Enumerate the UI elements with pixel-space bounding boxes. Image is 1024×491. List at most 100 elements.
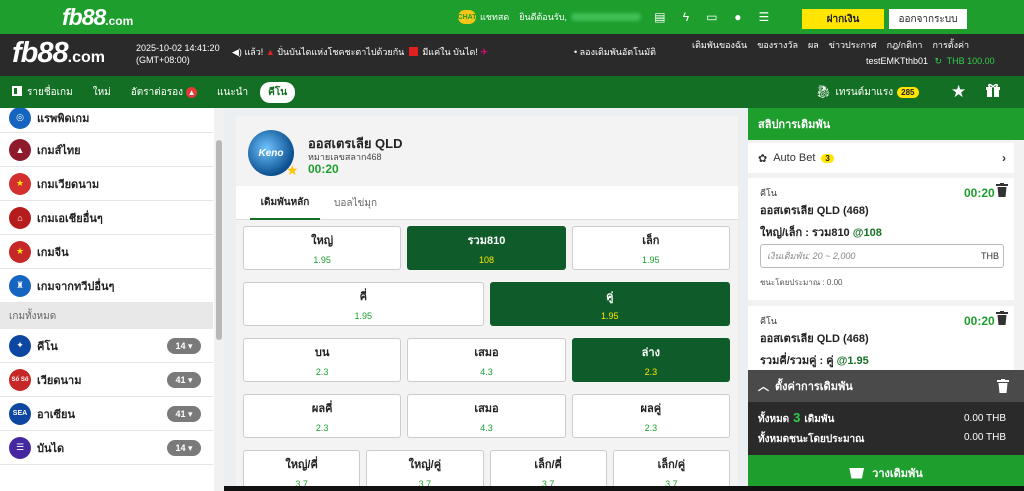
bet-tabs: เดิมพันหลัก บอลไข่มุก xyxy=(236,186,738,220)
sidebar-item-thai[interactable]: ▲ เกมส์ไทย xyxy=(0,133,213,167)
server-date: 2025-10-02 14:41:20 xyxy=(136,43,220,53)
top-logo[interactable]: fb88.com xyxy=(62,4,133,31)
nav-settings[interactable]: การตั้งค่า xyxy=(932,38,969,52)
nav-rewards[interactable]: ของรางวัล xyxy=(757,38,798,52)
refresh-icon[interactable]: ↻ xyxy=(935,56,943,66)
promo-autobet-text[interactable]: • ลองเดิมพันอัตโนมัติ xyxy=(574,45,656,59)
main-logo[interactable]: fb88.com xyxy=(12,37,105,70)
navbar-items: รายชื่อเกม ใหม่ อัตราต่อรอง ▲ แนะนำ คีโน xyxy=(12,76,296,108)
total-amount: 0.00 THB xyxy=(964,413,1007,424)
sidebar-scrollbar[interactable] xyxy=(214,108,224,491)
trash-icon[interactable] xyxy=(996,311,1008,325)
trash-icon[interactable] xyxy=(996,183,1008,197)
bet-option-label: รวม810 xyxy=(467,235,506,247)
bet-option-up-down-0[interactable]: บน 2.3 xyxy=(243,338,402,382)
tab-main-bets[interactable]: เดิมพันหลัก xyxy=(250,186,320,220)
sidebar-list: ◎ แรพพิดเกม ▲ เกมส์ไทย ★ เกมเวียดนาม ⌂ เ… xyxy=(0,108,213,465)
sidebar-section-all-games: เกมทั้งหมด xyxy=(0,303,213,329)
sidebar-count-dropdown[interactable]: 14 ▾ xyxy=(167,338,201,354)
bet-option-big-small-2[interactable]: เล็ก 1.95 xyxy=(571,226,730,270)
sidebar-count-dropdown[interactable]: 41 ▾ xyxy=(167,406,201,422)
bet-option-label: เล็ก/คี่ xyxy=(534,459,562,471)
trending-count: 285 xyxy=(897,86,919,98)
bet-settings-title: ตั้งค่าการเดิมพัน xyxy=(775,381,853,393)
sidebar-count-dropdown[interactable]: 14 ▾ xyxy=(167,440,201,456)
bet-option-result-odd-even-2[interactable]: ผลคู่ 2.3 xyxy=(571,394,730,438)
tab-pearl-ball[interactable]: บอลไข่มุก xyxy=(334,186,377,220)
trending-label: เทรนด์มาแรง xyxy=(835,86,894,98)
sidebar-item-rapid[interactable]: ◎ แรพพิดเกม xyxy=(0,108,213,133)
nav-rules[interactable]: กฎ/กติกา xyxy=(887,38,923,52)
bet-option-result-odd-even-1[interactable]: เสมอ 4.3 xyxy=(407,394,566,438)
bet-option-odd-even-0[interactable]: คี่ 1.95 xyxy=(243,282,484,326)
sidebar-item-asean[interactable]: SEA อาเซียน 41 ▾ xyxy=(0,397,213,431)
pagoda-icon: ⌂ xyxy=(9,206,31,229)
bet-option-big-small-0[interactable]: ใหญ่ 1.95 xyxy=(243,226,402,270)
bet-option-odd-even-1[interactable]: คู่ 1.95 xyxy=(489,282,730,326)
nav-odds[interactable]: อัตราต่อรอง ▲ xyxy=(130,85,198,100)
bet-option-label: คี่ xyxy=(359,291,367,303)
nav-recommended[interactable]: แนะนำ xyxy=(217,85,248,100)
stake-currency: THB xyxy=(981,251,999,261)
sidebar-item-other-continents[interactable]: ♜ เกมจากทวีปอื่นๆ xyxy=(0,269,213,303)
autobet-row[interactable]: ✿ Auto Bet 3 › xyxy=(748,143,1014,173)
bet-option-result-odd-even-0[interactable]: ผลคี่ 2.3 xyxy=(243,394,402,438)
sync-icon[interactable]: ϟ xyxy=(679,10,693,24)
sidebar-item-ladder[interactable]: ☰ บันได 14 ▾ xyxy=(0,431,213,465)
card-icon[interactable]: ▭ xyxy=(705,10,719,24)
bet-settings-header[interactable]: ︿ ตั้งค่าการเดิมพัน xyxy=(748,370,1024,402)
scrollbar-thumb[interactable] xyxy=(216,140,222,340)
nav-game-list[interactable]: รายชื่อเกม xyxy=(12,85,73,100)
bet-option-odds: 2.3 xyxy=(315,367,329,377)
server-datetime: 2025-10-02 14:41:20 (GMT+08:00) xyxy=(136,42,220,66)
bet-option-combo-3[interactable]: เล็ก/คู่ 3.7 xyxy=(612,450,730,491)
bet-option-odds: 4.3 xyxy=(480,367,493,377)
stake-input[interactable]: เงินเดิมพัน: 20 ~ 2,000 THB xyxy=(760,244,1004,268)
bet-option-up-down-1[interactable]: เสมอ 4.3 xyxy=(407,338,566,382)
live-chat-link[interactable]: แชทสด xyxy=(480,10,509,24)
deposit-button[interactable]: ฝากเงิน xyxy=(802,9,884,29)
bet-option-combo-0[interactable]: ใหญ่/คี่ 3.7 xyxy=(243,450,361,491)
nav-my-bets[interactable]: เดิมพันของฉัน xyxy=(692,38,747,52)
gift-icon[interactable] xyxy=(985,82,1001,98)
nav-new[interactable]: ใหม่ xyxy=(93,85,111,100)
sidebar-item-other-asia[interactable]: ⌂ เกมเอเชียอื่นๆ xyxy=(0,201,213,235)
favorites-star-icon[interactable]: ★ xyxy=(951,82,966,102)
sidebar-item-china[interactable]: ★ เกมจีน xyxy=(0,235,213,269)
bet-option-big-small-1[interactable]: รวม810 108 xyxy=(407,226,566,270)
sidebar-item-label: เกมเวียดนาม xyxy=(37,178,100,191)
estimated-win: ชนะโดยประมาณ : 0.00 xyxy=(760,278,843,287)
bet-option-label: ใหญ่ xyxy=(311,235,334,247)
bet-option-combo-2[interactable]: เล็ก/คี่ 3.7 xyxy=(489,450,607,491)
rocket-icon: ✈ xyxy=(480,47,488,57)
welcome-text: ยินดีต้อนรับ, xyxy=(519,12,567,22)
sidebar-item-label: บันได xyxy=(37,442,65,455)
sidebar-item-vietnam[interactable]: ★ เกมเวียดนาม xyxy=(0,167,213,201)
bet-option-odds: 1.95 xyxy=(354,311,373,321)
nav-odds-label: อัตราต่อรอง xyxy=(130,86,184,98)
bet-option-up-down-2[interactable]: ล่าง 2.3 xyxy=(571,338,730,382)
list-icon[interactable]: ☰ xyxy=(757,10,771,24)
announcement-marquee[interactable]: ◀) แล้ว! ▲ ปั่นบันไดแห่งโชคชะตาไปด้วยกัน… xyxy=(232,45,488,59)
favorite-star-icon[interactable]: ★ xyxy=(286,162,299,179)
user-icon[interactable]: ● xyxy=(731,10,745,24)
nav-announcements[interactable]: ข่าวประกาศ xyxy=(829,38,877,52)
vietnam-flag-icon: ★ xyxy=(9,172,31,195)
china-flag-icon: ★ xyxy=(9,240,31,263)
nav-results[interactable]: ผล xyxy=(808,38,819,52)
logout-button[interactable]: ออกจากระบบ xyxy=(889,9,967,29)
bet-option-label: ใหญ่/คี่ xyxy=(285,459,318,471)
sidebar-item-vietnam-lottery[interactable]: Sổ Số เวียดนาม 41 ▾ xyxy=(0,363,213,397)
sidebar-count-dropdown[interactable]: 41 ▾ xyxy=(167,372,201,388)
bet-option-odds: 1.95 xyxy=(642,255,660,265)
clear-all-trash-icon[interactable] xyxy=(997,379,1009,393)
sidebar-item-keno[interactable]: ✦ คีโน 14 ▾ xyxy=(0,329,213,363)
nav-keno[interactable]: คีโน xyxy=(260,81,296,103)
landmark-icon: ♜ xyxy=(9,274,31,297)
trending-button[interactable]: 🐉︎ เทรนด์มาแรง 285 xyxy=(815,84,919,100)
total-bets-row: ทั้งหมด 3 เดิมพัน xyxy=(758,410,834,427)
user-info: testEMKTthb01 ↻ THB 100.00 xyxy=(866,56,995,67)
document-icon[interactable]: ▤ xyxy=(653,10,667,24)
chat-icon[interactable]: CHAT xyxy=(458,10,476,24)
bet-option-combo-1[interactable]: ใหญ่/คู่ 3.7 xyxy=(366,450,484,491)
